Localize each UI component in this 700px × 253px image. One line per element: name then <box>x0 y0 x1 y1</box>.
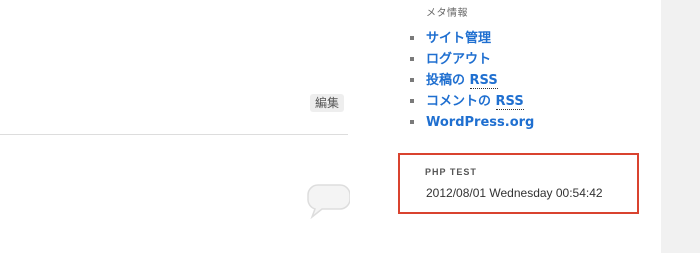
comments-rss-label: コメントの <box>426 94 496 109</box>
entries-rss-link[interactable]: 投稿の RSS <box>426 73 498 89</box>
bullet-icon <box>410 78 414 82</box>
list-item: WordPress.org <box>410 111 650 132</box>
bullet-icon <box>410 36 414 40</box>
entries-rss-label: 投稿の <box>426 73 470 88</box>
page: 編集 メタ情報 サイト管理 ログアウト 投稿の RSS コメントの RSS Wo… <box>0 0 700 253</box>
comments-rss-link[interactable]: コメントの RSS <box>426 94 524 110</box>
content-divider <box>0 134 348 135</box>
list-item: 投稿の RSS <box>410 69 650 90</box>
php-test-title: PHP TEST <box>425 167 477 177</box>
wordpress-org-link[interactable]: WordPress.org <box>426 115 534 130</box>
comment-bubble-icon[interactable] <box>306 183 350 219</box>
php-test-widget: PHP TEST 2012/08/01 Wednesday 00:54:42 <box>398 153 639 214</box>
bullet-icon <box>410 57 414 61</box>
rss-abbr: RSS <box>469 73 498 89</box>
list-item: ログアウト <box>410 48 650 69</box>
bullet-icon <box>410 99 414 103</box>
edit-post-link[interactable]: 編集 <box>310 94 345 112</box>
meta-widget: メタ情報 サイト管理 ログアウト 投稿の RSS コメントの RSS WordP… <box>410 4 650 132</box>
logout-link[interactable]: ログアウト <box>426 52 491 67</box>
sidebar-edge <box>661 0 700 253</box>
list-item: コメントの RSS <box>410 90 650 111</box>
php-test-datetime: 2012/08/01 Wednesday 00:54:42 <box>426 186 603 200</box>
site-admin-link[interactable]: サイト管理 <box>426 31 491 46</box>
rss-abbr: RSS <box>495 94 524 110</box>
meta-list: サイト管理 ログアウト 投稿の RSS コメントの RSS WordPress.… <box>410 27 650 132</box>
list-item: サイト管理 <box>410 27 650 48</box>
bullet-icon <box>410 120 414 124</box>
meta-widget-title: メタ情報 <box>426 8 468 19</box>
